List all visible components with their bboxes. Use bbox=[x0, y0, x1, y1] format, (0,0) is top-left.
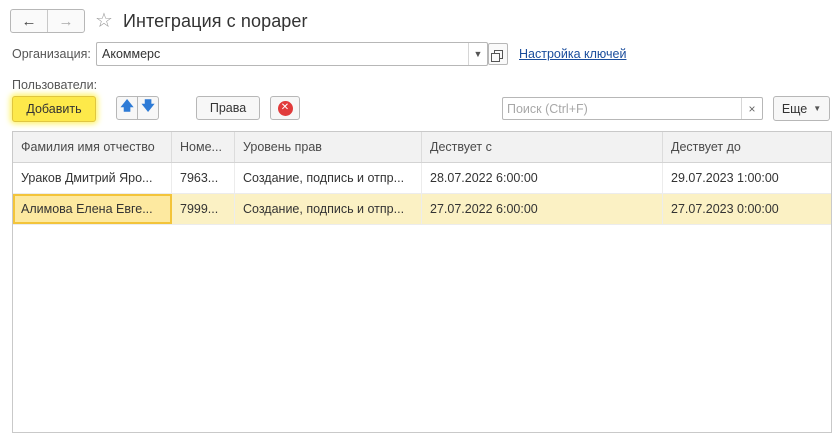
clear-icon[interactable]: × bbox=[741, 98, 762, 119]
chevron-down-icon[interactable]: ▼ bbox=[468, 43, 487, 65]
add-button[interactable]: Добавить bbox=[12, 96, 96, 122]
organization-label: Организация: bbox=[12, 47, 91, 61]
column-header-number[interactable]: Номе... bbox=[172, 132, 235, 162]
column-header-valid-from[interactable]: Дествует с bbox=[422, 132, 663, 162]
cell-number: 7999... bbox=[172, 194, 235, 224]
delete-icon: ✕ bbox=[277, 100, 293, 116]
arrow-right-icon: → bbox=[58, 12, 74, 30]
table-row-selected[interactable]: Алимова Елена Евге... 7999... Создание, … bbox=[13, 194, 831, 225]
arrow-up-icon: 🡅 bbox=[120, 98, 134, 113]
more-button[interactable]: Еще ▼ bbox=[773, 96, 830, 121]
table-row[interactable]: Ураков Дмитрий Яро... 7963... Создание, … bbox=[13, 163, 831, 194]
cell-valid-to: 27.07.2023 0:00:00 bbox=[671, 202, 779, 216]
integration-form: ← → ☆ Интеграция с nopaper Организация: … bbox=[0, 0, 833, 433]
cell-number: 7963... bbox=[172, 163, 235, 193]
organization-field[interactable]: Акоммерс ▼ bbox=[96, 42, 488, 66]
open-organization-button[interactable] bbox=[488, 43, 508, 65]
move-up-button[interactable]: 🡅 bbox=[116, 96, 138, 120]
cell-valid-to: 29.07.2023 1:00:00 bbox=[671, 171, 779, 185]
page-title: Интеграция с nopaper bbox=[122, 10, 308, 31]
organization-value: Акоммерс bbox=[102, 47, 161, 61]
column-header-full-name[interactable]: Фамилия имя отчество bbox=[13, 132, 172, 162]
star-icon[interactable]: ☆ bbox=[95, 11, 113, 31]
arrow-left-icon: ← bbox=[21, 12, 37, 30]
more-button-label: Еще bbox=[781, 101, 808, 116]
chevron-down-icon: ▼ bbox=[813, 104, 822, 113]
users-label: Пользователи: bbox=[12, 78, 98, 92]
column-header-valid-to[interactable]: Дествует до bbox=[663, 132, 831, 162]
search-input[interactable] bbox=[503, 98, 741, 119]
arrow-down-icon: 🡇 bbox=[141, 98, 155, 113]
users-table: Фамилия имя отчество Номе... Уровень пра… bbox=[12, 131, 832, 433]
keys-settings-link[interactable]: Настройка ключей bbox=[519, 47, 626, 61]
navigation-buttons: ← → bbox=[10, 9, 85, 33]
cell-full-name: Ураков Дмитрий Яро... bbox=[13, 163, 172, 193]
cell-valid-from: 28.07.2022 6:00:00 bbox=[422, 163, 663, 193]
cell-full-name: Алимова Елена Евге... bbox=[13, 194, 172, 224]
open-window-icon bbox=[490, 49, 503, 62]
title-bar: ← → ☆ Интеграция с nopaper bbox=[10, 8, 308, 34]
forward-button[interactable]: → bbox=[47, 10, 84, 32]
table-header: Фамилия имя отчество Номе... Уровень пра… bbox=[13, 132, 831, 163]
cell-rights-level: Создание, подпись и отпр... bbox=[235, 194, 422, 224]
delete-button[interactable]: ✕ bbox=[270, 96, 300, 120]
cell-rights-level: Создание, подпись и отпр... bbox=[235, 163, 422, 193]
back-button[interactable]: ← bbox=[11, 10, 47, 32]
rights-button[interactable]: Права bbox=[196, 96, 260, 120]
search-box: × bbox=[502, 97, 763, 120]
cell-valid-from: 27.07.2022 6:00:00 bbox=[422, 194, 663, 224]
move-down-button[interactable]: 🡇 bbox=[137, 96, 159, 120]
column-header-rights-level[interactable]: Уровень прав bbox=[235, 132, 422, 162]
